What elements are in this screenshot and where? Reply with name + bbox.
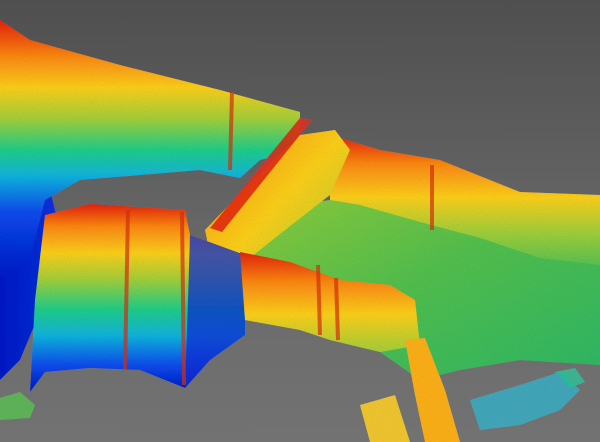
debris-green xyxy=(0,392,35,420)
point-cloud-render xyxy=(0,20,600,442)
point-cloud-viewport[interactable] xyxy=(0,0,600,442)
channel-stream-edge xyxy=(360,395,410,442)
lower-block-dark-side xyxy=(185,235,245,388)
